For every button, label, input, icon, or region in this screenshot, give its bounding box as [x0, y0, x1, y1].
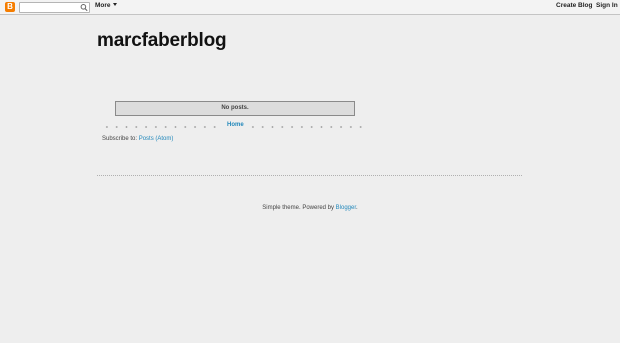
attribution: Simple theme. Powered by Blogger. — [0, 205, 620, 211]
chevron-down-icon — [112, 3, 117, 6]
attribution-prefix: Simple theme. Powered by — [262, 205, 336, 211]
more-label: More — [95, 2, 111, 9]
pager-divider-right — [248, 125, 368, 129]
footer-divider — [97, 175, 522, 176]
sign-in-link[interactable]: Sign In — [596, 2, 618, 9]
navbar: B More Create Blog Sign In — [0, 0, 620, 15]
home-link[interactable]: Home — [227, 122, 244, 128]
posts-atom-link[interactable]: Posts (Atom) — [139, 136, 174, 142]
blog-title[interactable]: marcfaberblog — [97, 30, 227, 52]
more-menu-button[interactable]: More — [95, 2, 117, 9]
create-blog-link[interactable]: Create Blog — [556, 2, 592, 9]
search-box — [19, 2, 90, 13]
subscribe-prefix: Subscribe to: — [102, 136, 139, 142]
blogger-link[interactable]: Blogger — [336, 205, 356, 211]
attribution-suffix: . — [356, 205, 358, 211]
blogger-logo-icon[interactable]: B — [5, 2, 15, 12]
search-icon[interactable] — [80, 3, 88, 12]
status-message: No posts. — [115, 101, 355, 116]
pager-divider-left — [102, 125, 220, 129]
search-input[interactable] — [20, 3, 82, 12]
subscribe-line: Subscribe to: Posts (Atom) — [102, 136, 173, 142]
